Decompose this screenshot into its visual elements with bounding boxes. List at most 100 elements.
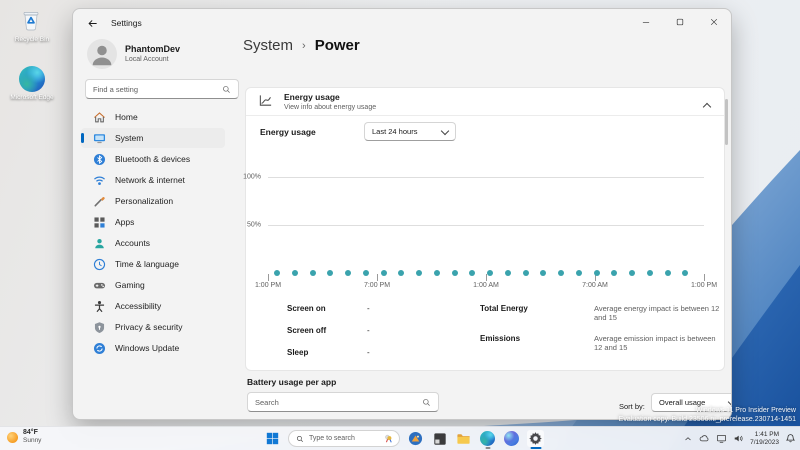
back-arrow-icon (87, 18, 98, 29)
display-tray-icon[interactable] (716, 433, 727, 444)
card-divider (246, 115, 724, 116)
battery-usage-heading: Battery usage per app (247, 377, 337, 387)
sidebar-item-time-language[interactable]: Time & language (81, 254, 225, 274)
taskbar-app-dark-app[interactable] (431, 430, 448, 447)
time-range-dropdown[interactable]: Last 24 hours (364, 122, 456, 141)
taskbar-search-placeholder: Type to search (309, 435, 355, 442)
sidebar-item-gaming[interactable]: Gaming (81, 275, 225, 295)
tray-date: 7/19/2023 (750, 438, 779, 446)
energy-data-point (451, 270, 458, 276)
swirl-icon (504, 431, 519, 446)
privacy-icon (93, 321, 106, 334)
app-search-placeholder: Search (255, 397, 279, 407)
speaker-icon (733, 433, 744, 444)
scrollbar[interactable] (725, 99, 728, 145)
folder-icon (456, 431, 471, 446)
stat-desc-total-energy: Average energy impact is between 12 and … (594, 304, 720, 322)
close-button[interactable] (697, 9, 731, 35)
energy-data-point (309, 270, 316, 276)
app-colorful-icon (408, 431, 423, 446)
app-search-input[interactable]: Search (247, 392, 439, 412)
bell-icon (785, 433, 796, 444)
cloud-icon (699, 433, 710, 444)
stat-label-screen-on: Screen on (287, 304, 326, 313)
system-tray: 1:41 PM 7/19/2023 (682, 427, 796, 450)
stat-label-sleep: Sleep (287, 348, 309, 357)
sidebar-item-personalization[interactable]: Personalization (81, 191, 225, 211)
taskbar-app-app-colorful[interactable] (407, 430, 424, 447)
tray-time: 1:41 PM (754, 431, 779, 438)
hidden-icons-button[interactable] (682, 433, 693, 444)
taskbar-app-gear[interactable] (527, 430, 544, 449)
sidebar-item-accounts[interactable]: Accounts (81, 233, 225, 253)
taskbar-app-edge[interactable] (479, 430, 496, 449)
sidebar-item-apps[interactable]: Apps (81, 212, 225, 232)
sidebar-item-privacy-security[interactable]: Privacy & security (81, 317, 225, 337)
sidebar-item-windows-update[interactable]: Windows Update (81, 338, 225, 358)
sidebar-item-bluetooth-devices[interactable]: Bluetooth & devices (81, 149, 225, 169)
user-account-type: Local Account (125, 56, 169, 63)
back-button[interactable] (81, 14, 103, 32)
sidebar-item-label: Privacy & security (115, 322, 183, 332)
sort-value: Overall usage (659, 398, 706, 407)
breadcrumb-separator: › (302, 40, 306, 52)
x-axis-label: 1:00 PM (254, 282, 282, 289)
y-axis-label: 50% (246, 221, 261, 229)
gear-icon (528, 431, 543, 446)
start-button[interactable] (264, 430, 281, 447)
energy-data-point (416, 270, 422, 276)
windows-logo-icon (266, 432, 279, 445)
taskbar-app-folder[interactable] (455, 430, 472, 447)
energy-data-point (611, 270, 618, 276)
notifications-button[interactable] (785, 433, 796, 444)
person-icon (87, 39, 117, 69)
sidebar-item-system[interactable]: System (81, 128, 225, 148)
avatar[interactable] (87, 39, 117, 69)
minimize-button[interactable] (629, 9, 663, 35)
stat-desc-emissions: Average emission impact is between 12 an… (594, 334, 716, 352)
desktop: Recycle Bin Microsoft Edge Settings Phant… (0, 0, 800, 450)
watermark-line2: Evaluation copy. Build 23506.ni_prerelea… (618, 415, 796, 423)
search-highlight-icon (383, 433, 394, 444)
taskbar-search[interactable]: Type to search (288, 430, 400, 447)
sidebar-item-accessibility[interactable]: Accessibility (81, 296, 225, 316)
maximize-button[interactable] (663, 9, 697, 35)
sidebar-item-home[interactable]: Home (81, 107, 225, 127)
swirl-logo (504, 431, 519, 446)
taskbar-app-swirl[interactable] (503, 430, 520, 447)
energy-data-point (540, 270, 547, 276)
x-axis-label: 7:00 AM (582, 282, 608, 289)
energy-data-point (433, 270, 440, 276)
edge-icon (480, 431, 495, 446)
sun-icon (7, 431, 18, 443)
energy-data-point (575, 270, 582, 276)
onedrive-tray-icon[interactable] (699, 433, 710, 444)
energy-data-point (362, 270, 369, 276)
sidebar-item-label: Gaming (115, 280, 145, 290)
stat-label-emissions: Emissions (480, 334, 521, 343)
energy-data-point (291, 270, 298, 276)
sidebar-item-label: Home (115, 112, 138, 122)
clock[interactable]: 1:41 PM 7/19/2023 (750, 431, 779, 446)
taskbar: 84°F Sunny Type to search 1:41 PM 7/19/2… (0, 426, 800, 450)
sidebar-item-network-internet[interactable]: Network & internet (81, 170, 225, 190)
taskbar-apps (407, 430, 544, 449)
energy-data-point (558, 270, 564, 276)
network-icon (93, 174, 106, 187)
energy-data-point (327, 270, 334, 276)
running-indicator (485, 447, 490, 449)
desktop-icon-microsoft-edge[interactable]: Microsoft Edge (4, 66, 60, 102)
find-setting-search[interactable]: Find a setting (85, 79, 239, 99)
breadcrumb-system[interactable]: System (243, 37, 293, 54)
edge-logo (480, 431, 495, 446)
weather-widget[interactable]: 84°F Sunny (7, 429, 41, 445)
energy-data-point (380, 270, 387, 276)
x-axis-label: 1:00 PM (690, 282, 718, 289)
energy-data-point (398, 270, 405, 276)
volume-tray-icon[interactable] (733, 433, 744, 444)
energy-data-point (274, 270, 280, 276)
collapse-card-button[interactable] (702, 97, 712, 115)
desktop-icon-recycle-bin[interactable]: Recycle Bin (4, 8, 60, 44)
sidebar-item-label: Bluetooth & devices (115, 154, 191, 164)
taskbar-center: Type to search (264, 427, 544, 450)
